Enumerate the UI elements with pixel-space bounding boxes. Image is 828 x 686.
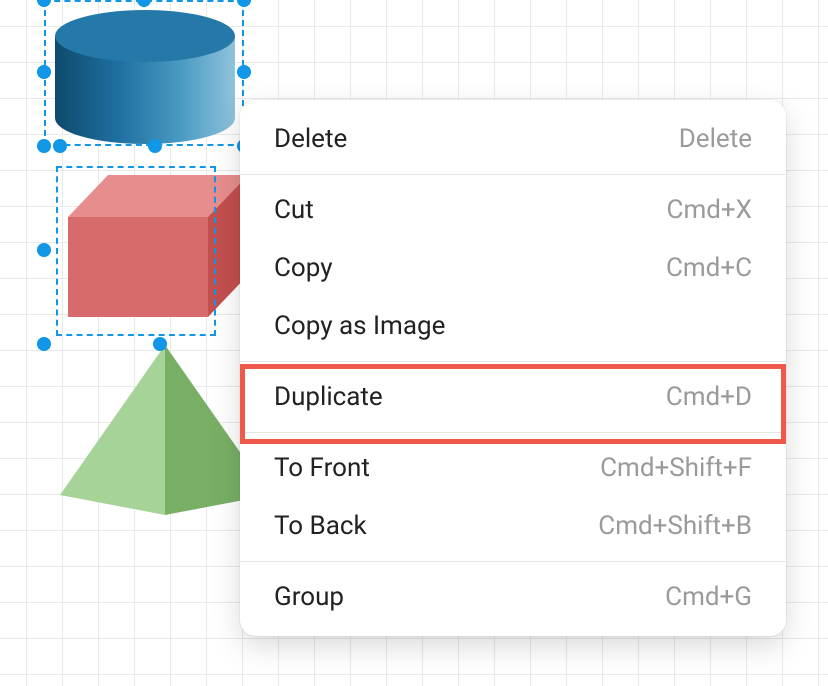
cube-svg [68, 175, 258, 345]
context-menu: Delete Delete Cut Cmd+X Copy Cmd+C Copy … [240, 100, 786, 636]
menu-item-duplicate[interactable]: Duplicate Cmd+D [240, 368, 786, 426]
menu-item-group[interactable]: Group Cmd+G [240, 568, 786, 626]
menu-item-copy[interactable]: Copy Cmd+C [240, 239, 786, 297]
menu-item-copy-as-image[interactable]: Copy as Image [240, 297, 786, 355]
cylinder-bottom [55, 92, 235, 144]
selection-handle[interactable] [37, 337, 51, 351]
selection-handle[interactable] [37, 139, 51, 153]
menu-item-to-back[interactable]: To Back Cmd+Shift+B [240, 497, 786, 555]
menu-separator [240, 432, 786, 433]
selection-handle[interactable] [137, 0, 151, 7]
shape-cube[interactable] [68, 175, 258, 345]
selection-handle[interactable] [37, 243, 51, 257]
selection-handle[interactable] [37, 65, 51, 79]
menu-item-label: To Back [274, 511, 367, 541]
menu-item-label: Copy as Image [274, 311, 445, 341]
menu-item-shortcut: Cmd+X [667, 195, 752, 225]
shape-pyramid[interactable] [60, 345, 260, 515]
menu-item-label: Copy [274, 253, 333, 283]
menu-item-shortcut: Delete [679, 124, 752, 154]
selection-handle[interactable] [37, 0, 51, 7]
cylinder-top [55, 10, 235, 62]
menu-item-delete[interactable]: Delete Delete [240, 110, 786, 168]
menu-separator [240, 361, 786, 362]
menu-item-cut[interactable]: Cut Cmd+X [240, 181, 786, 239]
menu-item-label: Cut [274, 195, 314, 225]
menu-item-shortcut: Cmd+Shift+B [598, 511, 752, 541]
menu-separator [240, 174, 786, 175]
menu-item-shortcut: Cmd+C [666, 253, 752, 283]
selection-handle[interactable] [237, 65, 251, 79]
menu-item-shortcut: Cmd+Shift+F [600, 453, 752, 483]
selection-handle[interactable] [53, 139, 67, 153]
selection-handle[interactable] [148, 139, 162, 153]
menu-separator [240, 561, 786, 562]
shape-cylinder[interactable] [55, 10, 235, 145]
selection-handle[interactable] [237, 0, 251, 7]
menu-item-label: Group [274, 582, 344, 612]
menu-item-shortcut: Cmd+G [665, 582, 752, 612]
menu-item-shortcut: Cmd+D [666, 382, 752, 412]
menu-item-label: Duplicate [274, 382, 383, 412]
menu-item-label: Delete [274, 124, 347, 154]
menu-item-label: To Front [274, 453, 370, 483]
canvas[interactable]: Delete Delete Cut Cmd+X Copy Cmd+C Copy … [0, 0, 828, 686]
menu-item-to-front[interactable]: To Front Cmd+Shift+F [240, 439, 786, 497]
pyramid-svg [60, 345, 270, 520]
selection-handle[interactable] [153, 337, 167, 351]
